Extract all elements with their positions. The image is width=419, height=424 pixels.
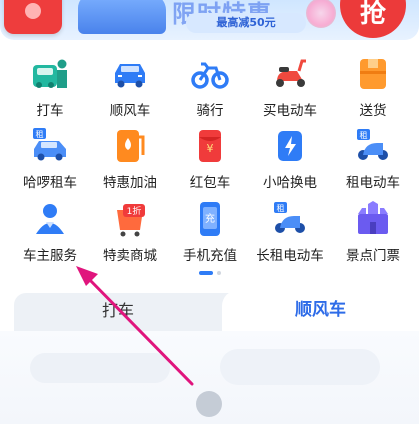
car-rental-icon: 租 <box>33 128 66 161</box>
taxi-driver-icon <box>33 59 67 88</box>
service-long-rent-ebike[interactable]: 租 长租电动车 <box>250 200 330 270</box>
promo-banner[interactable]: 限时特惠 最高减50元 抢 <box>0 0 419 40</box>
service-label: 送货 <box>359 103 387 119</box>
svg-text:租: 租 <box>36 130 44 139</box>
svg-text:1折: 1折 <box>127 205 142 217</box>
tab-shunfengche[interactable]: 顺风车 <box>222 290 419 331</box>
service-red-envelope[interactable]: ¥ 红包车 <box>170 127 250 197</box>
service-battery-swap[interactable]: 小哈换电 <box>250 127 330 197</box>
service-label: 景点门票 <box>346 248 400 264</box>
service-rent-ebike[interactable]: 租 租电动车 <box>333 127 413 197</box>
tab-dache[interactable]: 打车 <box>14 293 222 331</box>
service-label: 打车 <box>36 103 64 119</box>
service-label: 车主服务 <box>23 248 77 264</box>
svg-text:¥: ¥ <box>207 142 214 155</box>
long-rent-ebike-icon: 租 <box>274 202 305 233</box>
service-fuel[interactable]: 特惠加油 <box>90 127 170 197</box>
service-label: 顺风车 <box>109 103 151 119</box>
page-dot <box>217 271 221 275</box>
svg-text:租: 租 <box>360 131 368 140</box>
red-envelope-icon: ¥ <box>199 130 221 162</box>
red-envelope-card <box>4 0 62 34</box>
svg-text:充: 充 <box>205 212 215 225</box>
banner-cars-image <box>78 0 166 34</box>
banner-promo-text: 最高减50元 <box>186 13 306 33</box>
service-label: 特惠加油 <box>103 175 157 191</box>
tab-content-area <box>0 331 419 424</box>
banner-flower-image <box>306 0 336 28</box>
service-qixing[interactable]: 骑行 <box>170 55 250 125</box>
service-car-owner[interactable]: 车主服务 <box>10 200 90 270</box>
electric-scooter-icon <box>276 59 306 87</box>
phone-recharge-icon: 充 <box>200 202 220 236</box>
discount-mall-icon: 1折 <box>117 204 145 237</box>
service-label: 长租电动车 <box>256 248 324 264</box>
service-label: 手机充值 <box>183 248 237 264</box>
service-label: 骑行 <box>196 103 224 119</box>
service-tickets[interactable]: 景点门票 <box>333 200 413 270</box>
service-shunfengche[interactable]: 顺风车 <box>90 55 170 125</box>
attraction-ticket-icon <box>358 201 388 234</box>
service-label: 特卖商城 <box>103 248 157 264</box>
service-buy-ebike[interactable]: 买电动车 <box>250 55 330 125</box>
svg-text:租: 租 <box>277 204 285 213</box>
service-mall[interactable]: 1折 特卖商城 <box>90 200 170 270</box>
fuel-pump-icon <box>117 130 145 162</box>
delivery-box-icon <box>360 59 386 89</box>
service-car-rental[interactable]: 租 哈啰租车 <box>10 127 90 197</box>
service-label: 哈啰租车 <box>23 175 77 191</box>
car-owner-icon <box>36 204 64 234</box>
service-dache[interactable]: 打车 <box>10 55 90 125</box>
service-label: 红包车 <box>189 175 231 191</box>
service-phone-recharge[interactable]: 充 手机充值 <box>170 200 250 270</box>
page-dot-active <box>199 271 213 275</box>
service-label: 租电动车 <box>346 175 400 191</box>
battery-swap-icon <box>278 131 302 161</box>
service-label: 买电动车 <box>263 103 317 119</box>
mode-tabs: 打车 顺风车 <box>14 290 419 331</box>
rent-ebike-icon: 租 <box>357 129 388 160</box>
service-songhuo[interactable]: 送货 <box>333 55 413 125</box>
service-label: 小哈换电 <box>263 175 317 191</box>
banner-grab-button[interactable]: 抢 <box>340 0 406 38</box>
hitch-car-icon <box>115 64 145 88</box>
bicycle-icon <box>191 62 229 89</box>
